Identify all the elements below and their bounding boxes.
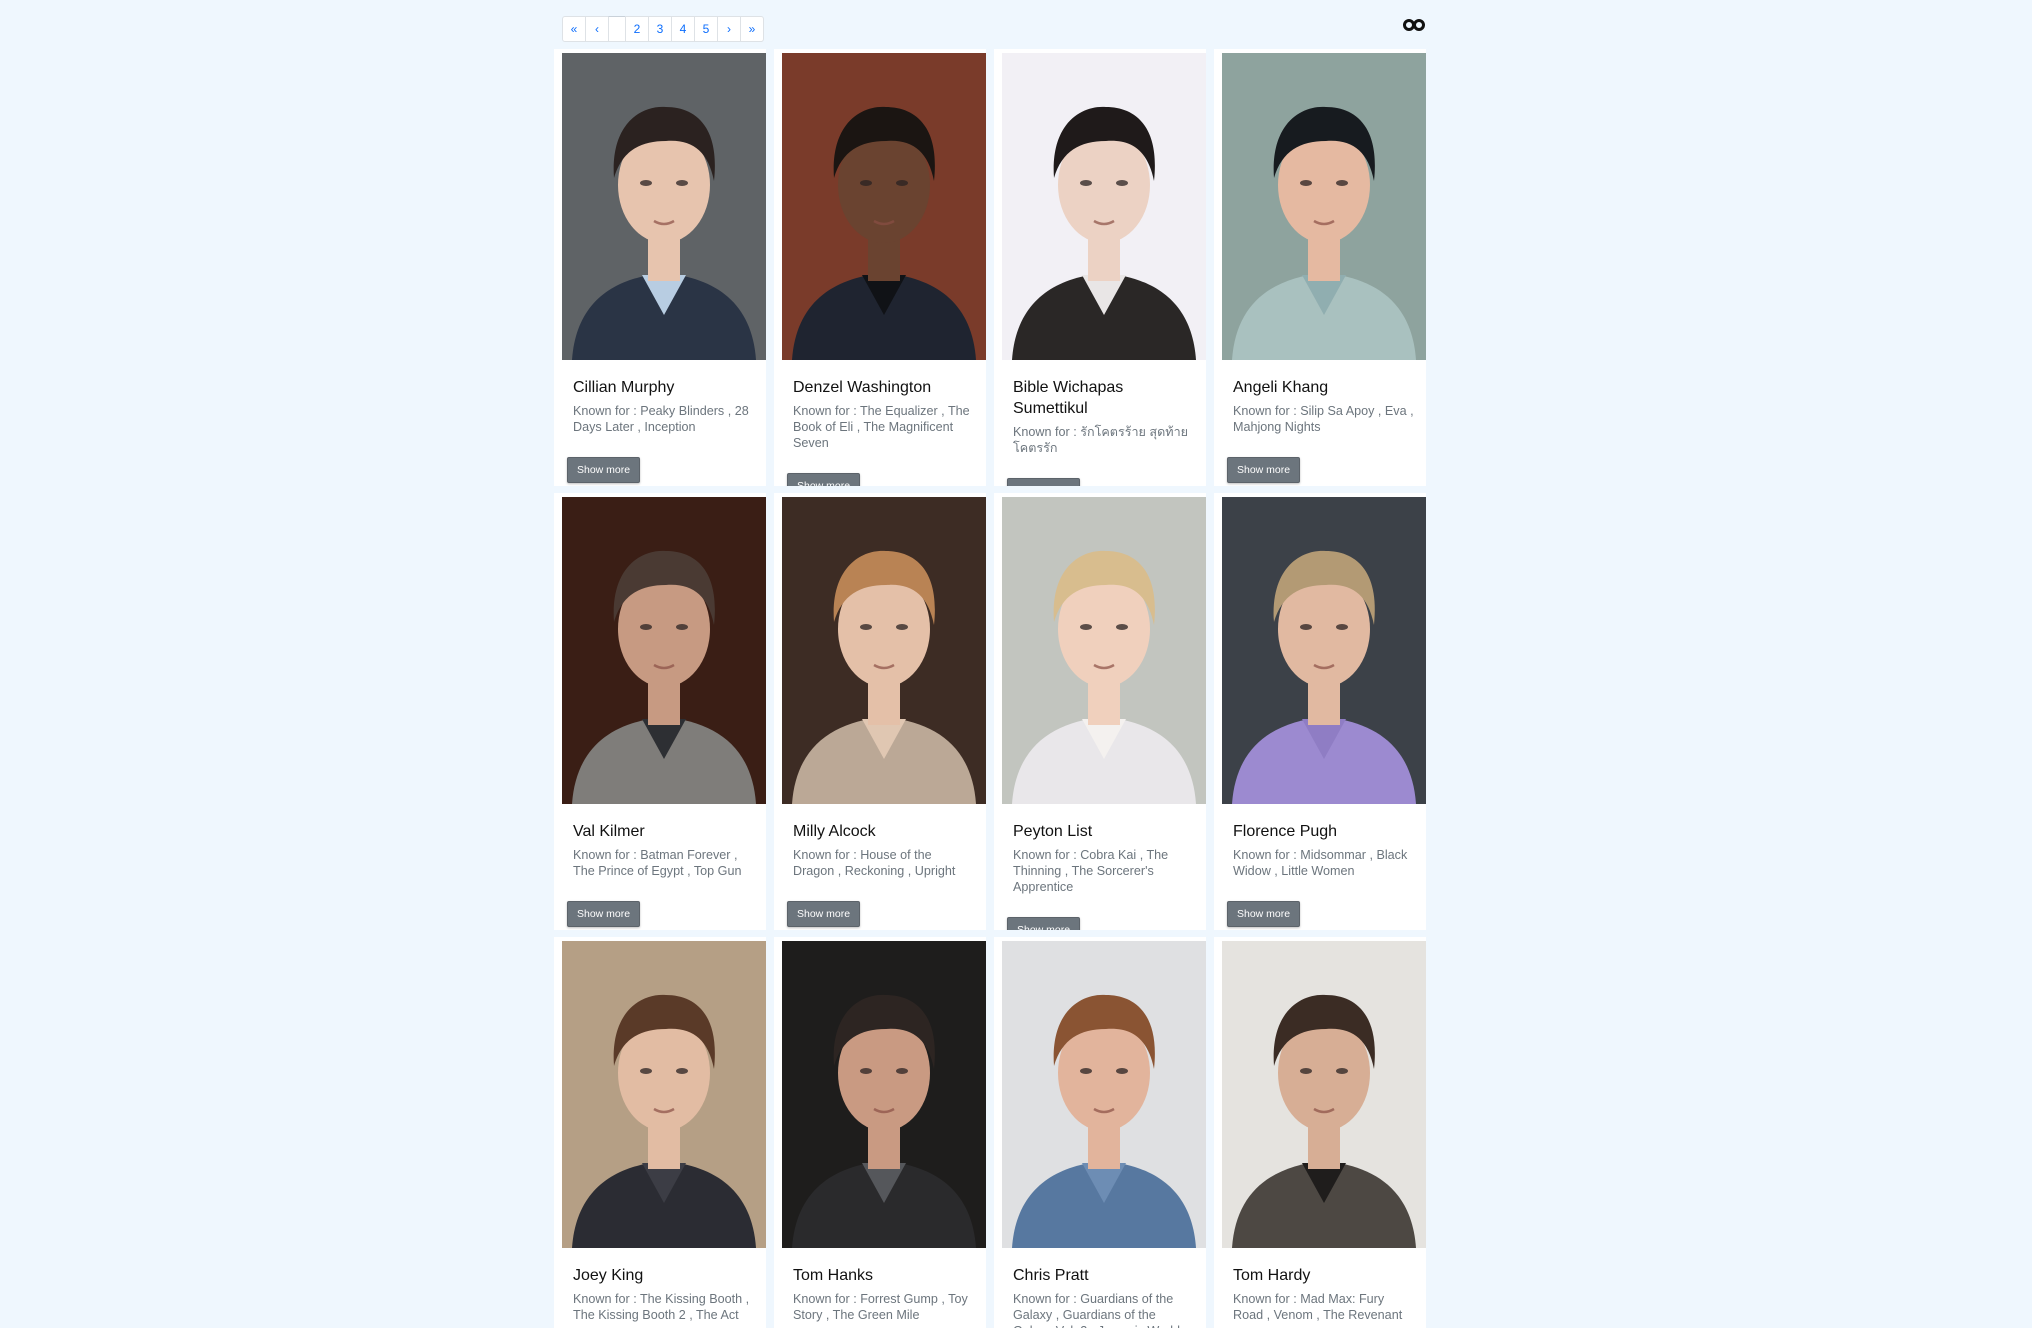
card-body: Bible Wichapas Sumettikul Known for : รัก…: [1002, 377, 1198, 486]
person-name: Florence Pugh: [1233, 823, 1338, 840]
person-name: Joey King: [573, 1267, 644, 1284]
card-body: Chris Pratt Known for : Guardians of the …: [1002, 1265, 1198, 1328]
card-body: Florence Pugh Known for : Midsommar , Bla…: [1222, 821, 1418, 927]
card-body: Joey King Known for : The Kissing Booth ,…: [562, 1265, 758, 1328]
known-for-text: Known for : The Equalizer , The Book of …: [793, 404, 970, 450]
person-card[interactable]: Tom Hardy Known for : Mad Max: Fury Road …: [1214, 937, 1426, 1328]
person-name: Bible Wichapas Sumettikul: [1013, 379, 1124, 417]
card-body: Val Kilmer Known for : Batman Forever , T…: [562, 821, 758, 927]
person-card[interactable]: Denzel Washington Known for : The Equaliz…: [774, 49, 986, 486]
person-name: Denzel Washington: [793, 379, 932, 396]
known-for-text: Known for : Batman Forever , The Prince …: [573, 848, 742, 878]
person-card[interactable]: Joey King Known for : The Kissing Booth ,…: [554, 937, 766, 1328]
show-more-button[interactable]: Show more: [567, 901, 641, 927]
show-more-button[interactable]: Show more: [567, 457, 641, 483]
person-name: Tom Hanks: [793, 1267, 874, 1284]
person-card[interactable]: Florence Pugh Known for : Midsommar , Bla…: [1214, 493, 1426, 930]
person-photo: [782, 497, 986, 804]
show-more-button[interactable]: Show more: [787, 901, 861, 927]
person-photo: [562, 941, 766, 1248]
person-card[interactable]: Peyton List Known for : Cobra Kai , The T…: [994, 493, 1206, 930]
known-for-text: Known for : Midsommar , Black Widow , Li…: [1233, 848, 1408, 878]
card-body: Angeli Khang Known for : Silip Sa Apoy , …: [1222, 377, 1418, 483]
known-for-text: Known for : รักโคตรร้าย สุดท้ายโคตรรัก: [1013, 425, 1189, 455]
person-photo: [1222, 53, 1426, 360]
show-more-button[interactable]: Show more: [1227, 901, 1301, 927]
known-for-text: Known for : Silip Sa Apoy , Eva , Mahjon…: [1233, 404, 1414, 434]
person-name: Chris Pratt: [1013, 1267, 1089, 1284]
person-photo: [562, 497, 766, 804]
known-for-text: Known for : Mad Max: Fury Road , Venom ,…: [1233, 1292, 1403, 1322]
page-3-button[interactable]: 3: [648, 16, 672, 42]
known-for-text: Known for : Guardians of the Galaxy , Gu…: [1013, 1292, 1180, 1328]
person-photo: [1002, 53, 1206, 360]
known-for-text: Known for : Peaky Blinders , 28 Days Lat…: [573, 404, 749, 434]
person-photo: [1222, 497, 1426, 804]
next-page-button[interactable]: ›: [717, 16, 741, 42]
card-body: Peyton List Known for : Cobra Kai , The T…: [1002, 821, 1198, 930]
known-for-text: Known for : The Kissing Booth , The Kiss…: [573, 1292, 750, 1322]
last-page-button[interactable]: »: [740, 16, 764, 42]
pagination: « ‹ 1 2 3 4 5 › »: [562, 16, 764, 42]
previous-page-button[interactable]: ‹: [585, 16, 609, 42]
known-for-text: Known for : Forrest Gump , Toy Story , T…: [793, 1292, 968, 1322]
infinity-icon[interactable]: [1402, 16, 1426, 34]
known-for-text: Known for : Cobra Kai , The Thinning , T…: [1013, 848, 1169, 894]
card-body: Tom Hardy Known for : Mad Max: Fury Road …: [1222, 1265, 1418, 1328]
person-name: Val Kilmer: [573, 823, 645, 840]
current-page-button[interactable]: 1: [608, 16, 626, 42]
person-photo: [782, 941, 986, 1248]
card-body: Denzel Washington Known for : The Equaliz…: [782, 377, 978, 486]
person-photo: [562, 53, 766, 360]
show-more-button[interactable]: Show more: [1007, 917, 1081, 930]
show-more-button[interactable]: Show more: [1227, 457, 1301, 483]
person-photo: [1002, 497, 1206, 804]
person-card[interactable]: Bible Wichapas Sumettikul Known for : รัก…: [994, 49, 1206, 486]
person-card[interactable]: Cillian Murphy Known for : Peaky Blinders…: [554, 49, 766, 486]
page-4-button[interactable]: 4: [671, 16, 695, 42]
show-more-button[interactable]: Show more: [787, 473, 861, 486]
person-photo: [1222, 941, 1426, 1248]
card-body: Cillian Murphy Known for : Peaky Blinders…: [562, 377, 758, 483]
person-card[interactable]: Tom Hanks Known for : Forrest Gump , Toy …: [774, 937, 986, 1328]
person-card[interactable]: Chris Pratt Known for : Guardians of the …: [994, 937, 1206, 1328]
person-photo: [1002, 941, 1206, 1248]
card-body: Tom Hanks Known for : Forrest Gump , Toy …: [782, 1265, 978, 1328]
people-grid: Cillian Murphy Known for : Peaky Blinders…: [554, 49, 1434, 1328]
person-card[interactable]: Val Kilmer Known for : Batman Forever , T…: [554, 493, 766, 930]
page-5-button[interactable]: 5: [694, 16, 718, 42]
person-name: Tom Hardy: [1233, 1267, 1311, 1284]
person-card[interactable]: Angeli Khang Known for : Silip Sa Apoy , …: [1214, 49, 1426, 486]
known-for-text: Known for : House of the Dragon , Reckon…: [793, 848, 956, 878]
person-card[interactable]: Milly Alcock Known for : House of the Dra…: [774, 493, 986, 930]
first-page-button[interactable]: «: [562, 16, 586, 42]
person-photo: [782, 53, 986, 360]
person-name: Angeli Khang: [1233, 379, 1329, 396]
show-more-button[interactable]: Show more: [1007, 478, 1081, 486]
card-body: Milly Alcock Known for : House of the Dra…: [782, 821, 978, 927]
person-name: Peyton List: [1013, 823, 1093, 840]
person-name: Milly Alcock: [793, 823, 876, 840]
page-2-button[interactable]: 2: [625, 16, 649, 42]
page: « ‹ 1 2 3 4 5 › » Cillian Murphy Known fo…: [0, 0, 2032, 1328]
person-name: Cillian Murphy: [573, 379, 675, 396]
